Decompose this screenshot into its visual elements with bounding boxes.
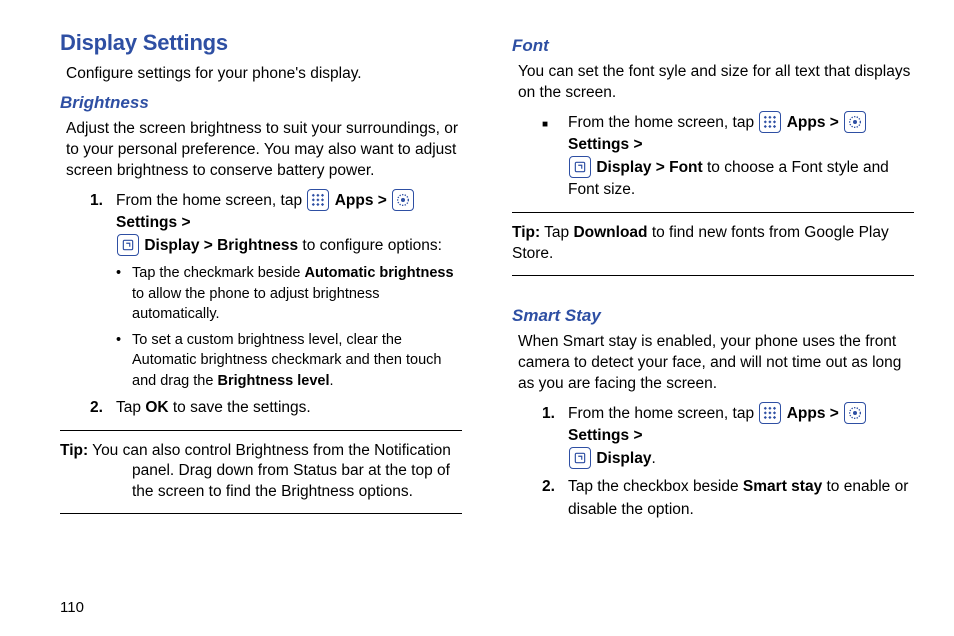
tip-label: Tip:	[60, 442, 88, 459]
settings-label: Settings >	[116, 214, 191, 231]
tip-label: Tip:	[512, 224, 540, 241]
apps-icon	[759, 111, 781, 133]
text: From the home screen, tap	[568, 114, 758, 131]
text: From the home screen, tap	[116, 192, 306, 209]
bold-text: Download	[573, 224, 647, 241]
step-content: From the home screen, tap Apps > Setting…	[116, 190, 462, 258]
divider	[60, 430, 462, 431]
settings-label: Settings >	[568, 427, 643, 444]
apps-label: Apps >	[787, 114, 843, 131]
brightness-desc: Adjust the screen brightness to suit you…	[66, 119, 462, 182]
smart-step-2: 2. Tap the checkbox beside Smart stay to…	[542, 476, 914, 521]
square-bullet: ■	[542, 112, 568, 202]
text: Tap the checkmark beside	[132, 265, 304, 281]
settings-icon	[844, 111, 866, 133]
brightness-heading: Brightness	[60, 93, 462, 113]
brightness-step-1: 1. From the home screen, tap Apps > Sett…	[90, 190, 462, 258]
divider	[512, 275, 914, 276]
text: .	[329, 373, 333, 389]
apps-label: Apps >	[335, 192, 391, 209]
page-columns: Display Settings Configure settings for …	[60, 30, 914, 527]
path-label: Display > Font	[596, 159, 702, 176]
text: From the home screen, tap	[568, 405, 758, 422]
bold-text: Smart stay	[743, 478, 822, 495]
brightness-tip: Tip: You can also control Brightness fro…	[60, 441, 462, 504]
apps-label: Apps >	[787, 405, 843, 422]
bullet-marker: •	[116, 330, 132, 391]
bold-text: OK	[145, 399, 168, 416]
step-number: 2.	[542, 476, 568, 521]
display-icon	[569, 156, 591, 178]
section-intro: Configure settings for your phone's disp…	[66, 64, 462, 85]
smart-stay-heading: Smart Stay	[512, 306, 914, 326]
smart-step-1: 1. From the home screen, tap Apps > Sett…	[542, 403, 914, 471]
step-content: From the home screen, tap Apps > Setting…	[568, 112, 914, 202]
text: to configure options:	[302, 237, 442, 254]
text: panel. Drag down from Status bar at the …	[60, 461, 462, 503]
display-icon	[569, 447, 591, 469]
text: Tap	[116, 399, 145, 416]
font-step: ■ From the home screen, tap Apps > Setti…	[542, 112, 914, 202]
bullet-content: To set a custom brightness level, clear …	[132, 330, 462, 391]
step-content: Tap OK to save the settings.	[116, 397, 462, 419]
font-tip: Tip: Tap Download to find new fonts from…	[512, 223, 914, 265]
brightness-bullet-1: • Tap the checkmark beside Automatic bri…	[116, 263, 462, 324]
bold-text: Brightness level	[217, 373, 329, 389]
text: .	[651, 450, 655, 467]
step-number: 2.	[90, 397, 116, 419]
smart-stay-desc: When Smart stay is enabled, your phone u…	[518, 332, 914, 395]
apps-icon	[307, 189, 329, 211]
text: Tap	[540, 224, 573, 241]
bold-text: Automatic brightness	[304, 265, 453, 281]
step-content: Tap the checkbox beside Smart stay to en…	[568, 476, 914, 521]
text: to allow the phone to adjust brightness …	[132, 286, 379, 322]
path-label: Display	[596, 450, 651, 467]
text: You can also control Brightness from the…	[88, 442, 451, 459]
left-column: Display Settings Configure settings for …	[60, 30, 462, 527]
divider	[512, 212, 914, 213]
step-content: From the home screen, tap Apps > Setting…	[568, 403, 914, 471]
divider	[60, 513, 462, 514]
bullet-marker: •	[116, 263, 132, 324]
text: Tap the checkbox beside	[568, 478, 743, 495]
settings-label: Settings >	[568, 136, 643, 153]
font-desc: You can set the font syle and size for a…	[518, 62, 914, 104]
page-number: 110	[60, 599, 84, 616]
step-number: 1.	[542, 403, 568, 471]
display-icon	[117, 234, 139, 256]
bullet-content: Tap the checkmark beside Automatic brigh…	[132, 263, 462, 324]
brightness-step-2: 2. Tap OK to save the settings.	[90, 397, 462, 419]
font-heading: Font	[512, 36, 914, 56]
settings-icon	[392, 189, 414, 211]
right-column: Font You can set the font syle and size …	[512, 30, 914, 527]
apps-icon	[759, 402, 781, 424]
brightness-bullet-2: • To set a custom brightness level, clea…	[116, 330, 462, 391]
settings-icon	[844, 402, 866, 424]
path-label: Display > Brightness	[144, 237, 298, 254]
section-heading: Display Settings	[60, 30, 462, 56]
step-number: 1.	[90, 190, 116, 258]
text: to save the settings.	[169, 399, 311, 416]
